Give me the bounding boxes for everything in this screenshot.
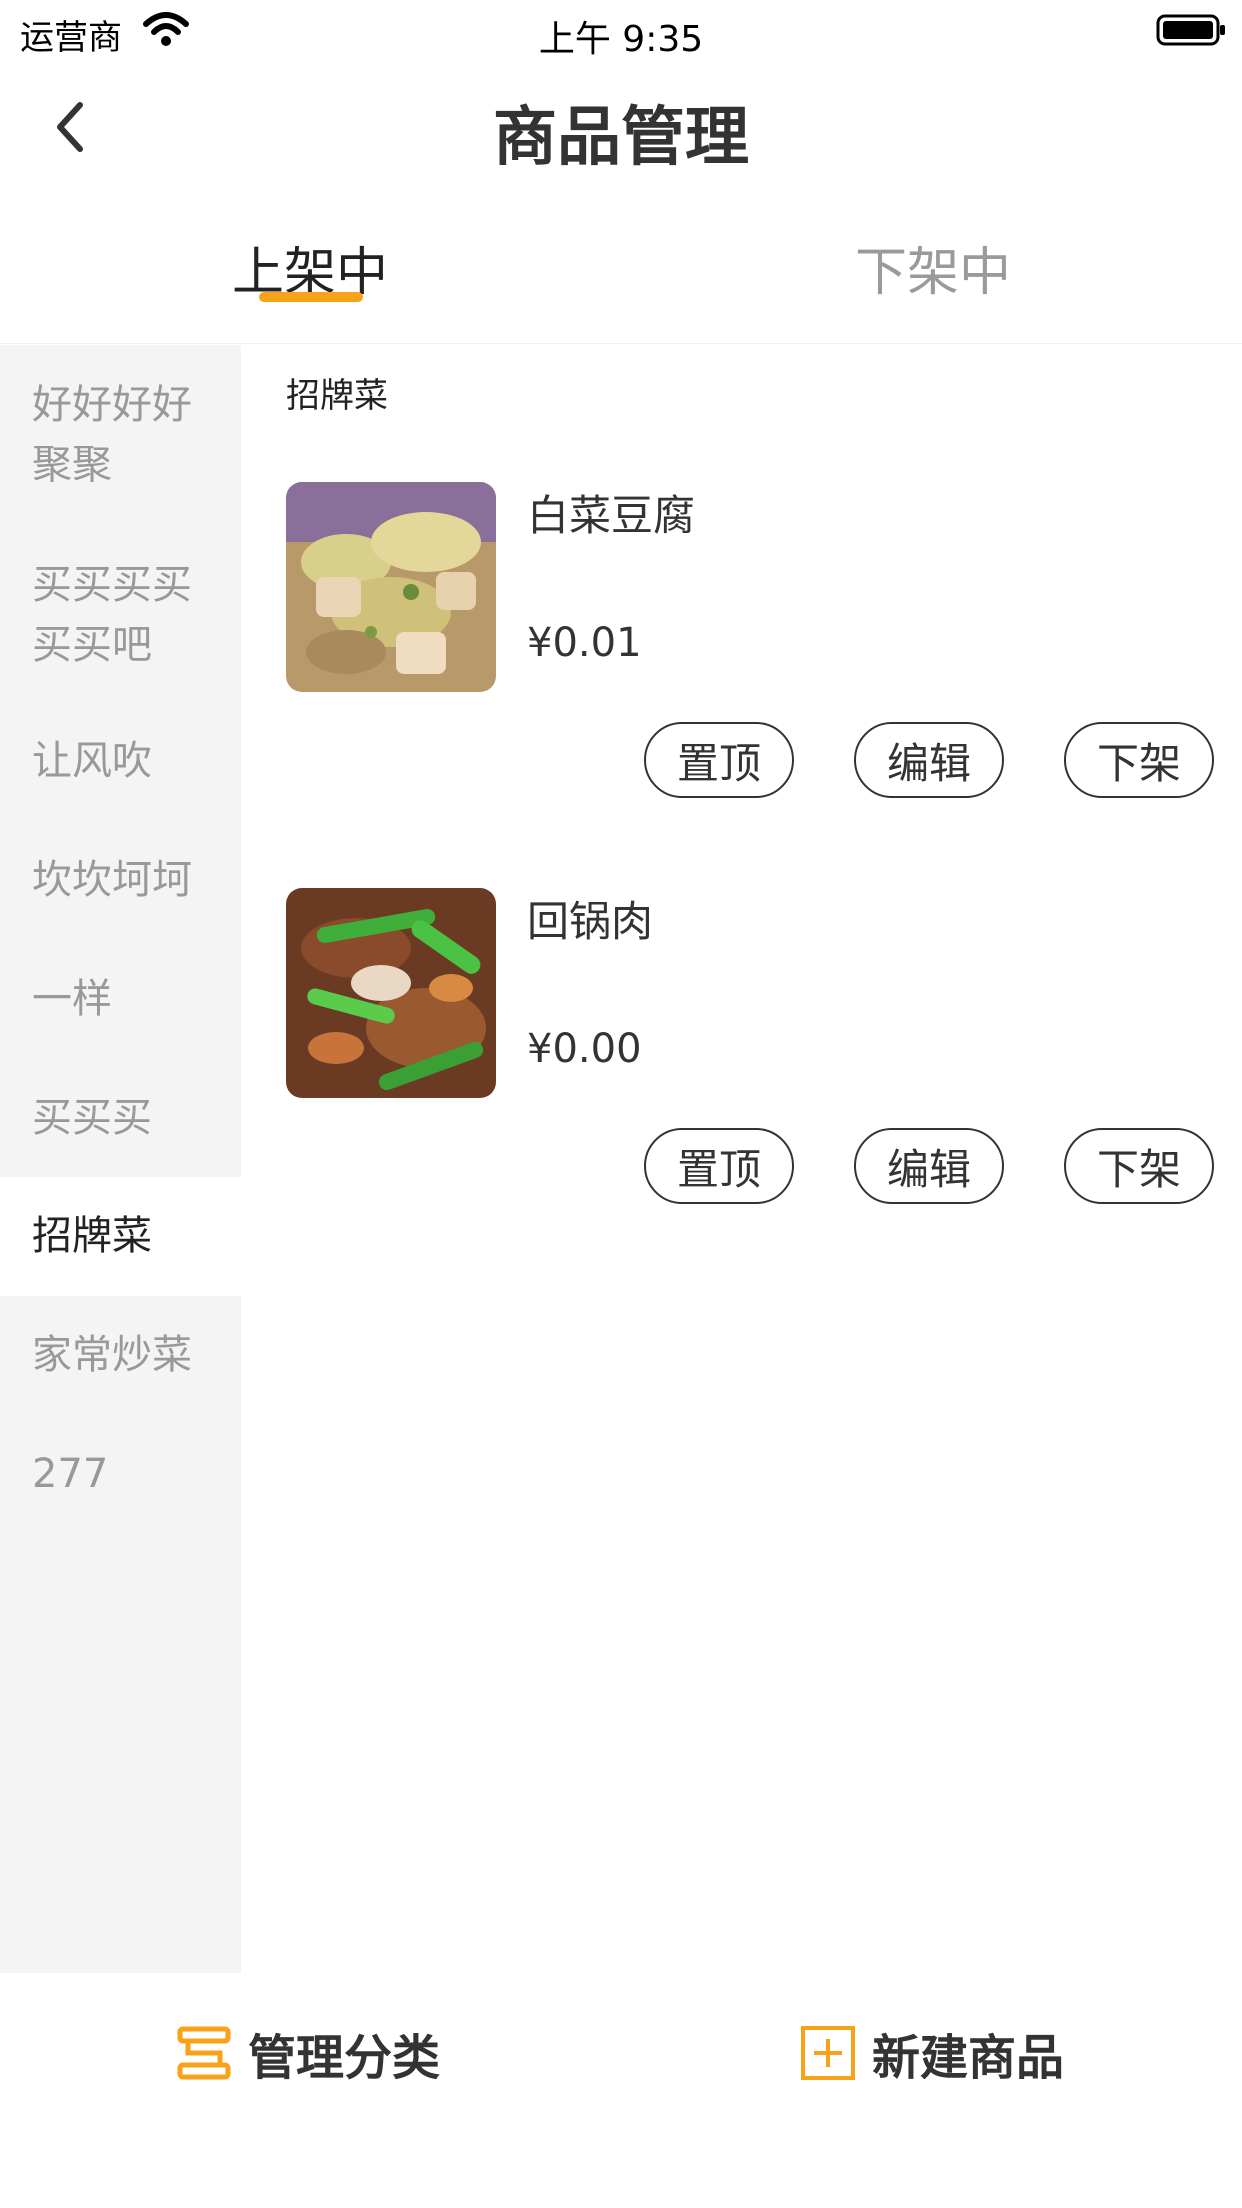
category-sidebar: 好好好好聚聚 买买买买买买吧 让风吹 坎坎坷坷 一样 买买买 招牌菜 家常炒菜 … (0, 345, 241, 1973)
status-bar: 运营商 上午 9:35 (0, 0, 1242, 62)
sidebar-item-category[interactable]: 坎坎坷坷 (0, 850, 241, 910)
new-product-label: 新建商品 (872, 2030, 1065, 2086)
section-title: 招牌菜 (286, 376, 388, 416)
manage-category-label: 管理分类 (248, 2030, 441, 2086)
product-name: 回锅肉 (527, 897, 654, 946)
sidebar-item-category[interactable]: 277 (0, 1444, 241, 1504)
sidebar-item-active-category[interactable]: 招牌菜 (0, 1177, 241, 1296)
product-card: 回锅肉 ¥0.00 置顶 编辑 下架 (241, 888, 1242, 1268)
status-time: 上午 9:35 (538, 19, 704, 60)
product-card: 白菜豆腐 ¥0.01 置顶 编辑 下架 (241, 482, 1242, 862)
manage-category-button[interactable]: 管理分类 (176, 2021, 441, 2086)
product-image[interactable] (286, 482, 496, 692)
tab-off-shelf[interactable]: 下架中 (773, 230, 1093, 305)
add-square-icon (801, 2026, 855, 2080)
nav-bar: 商品管理 (0, 62, 1242, 192)
battery-icon (1156, 14, 1225, 46)
page-title: 商品管理 (493, 101, 749, 175)
take-off-shelf-button[interactable]: 下架 (1064, 1128, 1214, 1204)
edit-button[interactable]: 编辑 (854, 722, 1004, 798)
active-tab-indicator (259, 292, 363, 302)
product-price: ¥0.00 (527, 1026, 642, 1072)
product-price: ¥0.01 (527, 620, 642, 666)
sidebar-item-category[interactable]: 买买买买买买吧 (0, 555, 241, 675)
pin-top-button[interactable]: 置顶 (644, 722, 794, 798)
sidebar-item-category[interactable]: 让风吹 (0, 731, 241, 791)
take-off-shelf-button[interactable]: 下架 (1064, 722, 1214, 798)
sidebar-item-category[interactable]: 好好好好聚聚 (0, 375, 241, 495)
home-indicator-area (0, 2133, 1242, 2208)
sidebar-item-category[interactable]: 买买买 (0, 1088, 241, 1148)
bottom-action-bar: 管理分类 新建商品 (0, 1973, 1242, 2133)
edit-button[interactable]: 编辑 (854, 1128, 1004, 1204)
product-name: 白菜豆腐 (527, 491, 696, 540)
product-list: 招牌菜 白菜豆腐 ¥0.01 置顶 编辑 下架 回锅肉 ¥0.00 置顶 编辑 … (241, 345, 1242, 1973)
product-image[interactable] (286, 888, 496, 1098)
pin-top-button[interactable]: 置顶 (644, 1128, 794, 1204)
category-icon (177, 2026, 231, 2080)
sidebar-item-category[interactable]: 家常炒菜 (0, 1325, 241, 1385)
status-tabs: 上架中 下架中 (0, 210, 1242, 344)
sidebar-item-category[interactable]: 一样 (0, 969, 241, 1029)
new-product-button[interactable]: 新建商品 (800, 2021, 1065, 2086)
